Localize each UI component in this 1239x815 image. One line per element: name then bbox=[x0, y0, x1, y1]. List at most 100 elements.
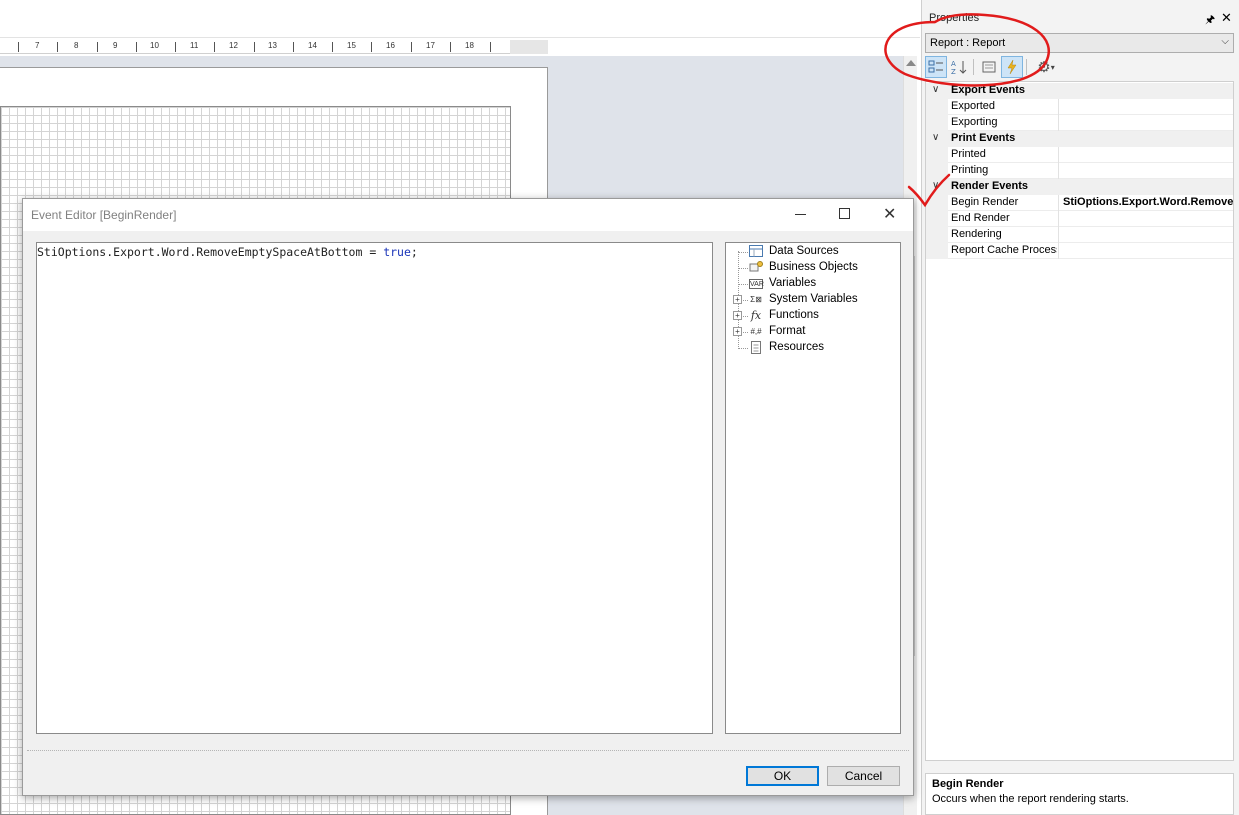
code-editor[interactable]: StiOptions.Export.Word.RemoveEmptySpaceA… bbox=[36, 242, 713, 734]
tree-label: Variables bbox=[769, 277, 817, 289]
row-gutter bbox=[926, 243, 948, 259]
description-title: Begin Render bbox=[932, 778, 1004, 790]
ruler-tick bbox=[214, 42, 215, 52]
property-row-exported[interactable]: Exported bbox=[926, 99, 1233, 115]
ruler-tick bbox=[57, 42, 58, 52]
property-value[interactable] bbox=[1058, 227, 1233, 243]
categorized-button[interactable] bbox=[925, 56, 947, 78]
ruler-end bbox=[510, 40, 548, 54]
property-row-rendering[interactable]: Rendering bbox=[926, 227, 1233, 243]
expand-icon[interactable]: + bbox=[733, 295, 742, 304]
pin-icon[interactable]: 🖈 bbox=[1205, 11, 1215, 30]
property-value[interactable] bbox=[1058, 115, 1233, 131]
system-variables-icon: Σ⊠ bbox=[750, 295, 762, 304]
ruler-number: 8 bbox=[74, 41, 79, 50]
property-row-end-render[interactable]: End Render bbox=[926, 211, 1233, 227]
tree-item-data-sources[interactable]: Data Sources bbox=[726, 244, 900, 260]
dictionary-tree: Data Sources Business Objects VAR Variab… bbox=[725, 242, 901, 734]
property-row-report-cache-processing[interactable]: Report Cache Processing bbox=[926, 243, 1233, 259]
row-gutter bbox=[926, 115, 948, 131]
collapse-icon[interactable]: ∨ bbox=[932, 84, 939, 95]
property-name: Printing bbox=[951, 164, 989, 176]
format-icon: #,# bbox=[750, 327, 762, 336]
panel-title: Properties bbox=[929, 12, 980, 24]
property-name: Report Cache Processing bbox=[951, 244, 1057, 256]
list-icon bbox=[982, 61, 996, 73]
minimize-icon[interactable] bbox=[794, 205, 808, 221]
property-name: End Render bbox=[951, 212, 1010, 224]
ruler-tick bbox=[371, 42, 372, 52]
ok-button[interactable]: OK bbox=[746, 766, 819, 786]
row-gutter bbox=[926, 195, 948, 211]
category-label: Export Events bbox=[951, 84, 1025, 96]
tree-connector bbox=[738, 348, 748, 349]
tree-item-format[interactable]: + #,# Format bbox=[726, 324, 900, 340]
property-name: Rendering bbox=[951, 228, 1002, 240]
dialog-title: Event Editor [BeginRender] bbox=[31, 208, 177, 222]
tree-item-functions[interactable]: + fx Functions bbox=[726, 308, 900, 324]
properties-view-button[interactable] bbox=[978, 56, 1000, 78]
property-value[interactable]: StiOptions.Export.Word.RemoveEmptySpaceA… bbox=[1058, 195, 1233, 211]
ruler-tick bbox=[254, 42, 255, 52]
property-value[interactable] bbox=[1058, 163, 1233, 179]
ruler-number: 16 bbox=[386, 41, 395, 50]
cancel-button[interactable]: Cancel bbox=[827, 766, 900, 786]
description-text: Occurs when the report rendering starts. bbox=[932, 793, 1129, 805]
dialog-titlebar[interactable]: Event Editor [BeginRender] ✕ bbox=[23, 199, 913, 231]
tree-item-resources[interactable]: Resources bbox=[726, 340, 900, 356]
designer-top-strip bbox=[0, 0, 920, 38]
close-icon[interactable]: ✕ bbox=[883, 204, 896, 224]
collapse-icon[interactable]: ∨ bbox=[932, 180, 939, 191]
property-grid: ∨ Export Events Exported Exporting ∨ Pri… bbox=[925, 81, 1234, 761]
properties-panel: Properties 🖈 ✕ Report : Report ⌵ AZ ⚙ ▾ ∨… bbox=[921, 0, 1239, 815]
gear-icon: ⚙ bbox=[1037, 59, 1051, 76]
tree-label: Resources bbox=[769, 341, 824, 353]
events-button[interactable] bbox=[1001, 56, 1023, 78]
tree-label: Functions bbox=[769, 309, 819, 321]
ruler-number: 17 bbox=[426, 41, 435, 50]
settings-button[interactable]: ⚙ ▾ bbox=[1031, 56, 1061, 78]
ruler-tick bbox=[18, 42, 19, 52]
category-export-events[interactable]: ∨ Export Events bbox=[926, 83, 1233, 99]
resources-icon bbox=[748, 341, 764, 354]
category-print-events[interactable]: ∨ Print Events bbox=[926, 131, 1233, 147]
expand-icon[interactable]: + bbox=[733, 311, 742, 320]
object-selector-value: Report : Report bbox=[930, 37, 1006, 49]
chevron-down-icon: ⌵ bbox=[1221, 36, 1229, 47]
caret-down-icon: ▾ bbox=[1050, 62, 1055, 72]
property-name: Exported bbox=[951, 100, 996, 112]
property-value[interactable] bbox=[1058, 211, 1233, 227]
category-render-events[interactable]: ∨ Render Events bbox=[926, 179, 1233, 195]
property-row-begin-render[interactable]: Begin Render StiOptions.Export.Word.Remo… bbox=[926, 195, 1233, 211]
ruler-tick bbox=[411, 42, 412, 52]
ruler-tick bbox=[175, 42, 176, 52]
tree-item-business-objects[interactable]: Business Objects bbox=[726, 260, 900, 276]
tree-item-variables[interactable]: VAR Variables bbox=[726, 276, 900, 292]
property-row-printing[interactable]: Printing bbox=[926, 163, 1233, 179]
tree-item-system-variables[interactable]: + Σ⊠ System Variables bbox=[726, 292, 900, 308]
ruler-number: 7 bbox=[35, 41, 40, 50]
toolbar-separator bbox=[973, 59, 974, 75]
row-gutter bbox=[926, 227, 948, 243]
function-icon: fx bbox=[750, 309, 762, 322]
scroll-up-icon[interactable] bbox=[906, 60, 916, 66]
property-row-exporting[interactable]: Exporting bbox=[926, 115, 1233, 131]
maximize-icon[interactable] bbox=[839, 208, 850, 219]
expand-icon[interactable]: + bbox=[733, 327, 742, 336]
property-value[interactable] bbox=[1058, 243, 1233, 259]
tree-label: System Variables bbox=[769, 293, 858, 305]
property-value[interactable] bbox=[1058, 147, 1233, 163]
tree-label: Business Objects bbox=[769, 261, 858, 273]
ruler-tick bbox=[293, 42, 294, 52]
row-gutter bbox=[926, 147, 948, 163]
tree-connector bbox=[738, 284, 748, 285]
property-name: Exporting bbox=[951, 116, 998, 128]
property-value[interactable] bbox=[1058, 99, 1233, 115]
sort-alphabetical-button[interactable]: AZ bbox=[948, 56, 970, 78]
close-icon[interactable]: ✕ bbox=[1221, 10, 1232, 26]
property-row-printed[interactable]: Printed bbox=[926, 147, 1233, 163]
collapse-icon[interactable]: ∨ bbox=[932, 132, 939, 143]
ruler-number: 10 bbox=[150, 41, 159, 50]
object-selector[interactable]: Report : Report ⌵ bbox=[925, 33, 1234, 53]
property-name: Printed bbox=[951, 148, 986, 160]
